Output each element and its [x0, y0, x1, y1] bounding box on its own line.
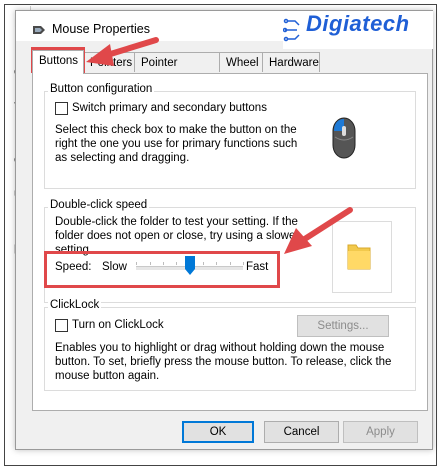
- mouse-icon: [33, 26, 45, 34]
- button-configuration-heading: Button configuration: [48, 83, 155, 95]
- double-click-desc-line-1: Double-click the folder to test your set…: [55, 216, 298, 228]
- apply-button[interactable]: Apply: [343, 421, 418, 443]
- button-config-desc-line-3: as selecting and dragging.: [55, 152, 190, 164]
- button-config-desc-line-2: right the one you use for primary functi…: [55, 138, 298, 150]
- clicklock-heading: ClickLock: [48, 299, 102, 311]
- arrow-to-buttons-tab-icon: [86, 37, 159, 66]
- clicklock-desc-line-3: mouse button again.: [55, 370, 160, 382]
- clicklock-checkbox[interactable]: [55, 319, 68, 332]
- mouse-properties-dialog: Mouse Properties Buttons Pointers Pointe…: [15, 10, 433, 450]
- digiatech-logo-text: Digiatech: [306, 11, 410, 36]
- settings-button[interactable]: Settings...: [297, 315, 389, 337]
- mouse-icon: [332, 117, 356, 159]
- button-config-desc-line-1: Select this check box to make the button…: [55, 124, 297, 136]
- clicklock-desc-line-2: button. To set, briefly press the mouse …: [55, 356, 392, 368]
- ok-button[interactable]: OK: [182, 421, 254, 443]
- double-click-speed-heading: Double-click speed: [48, 199, 150, 211]
- highlight-speed-slider: [44, 251, 280, 288]
- clicklock-desc-line-1: Enables you to highlight or drag without…: [55, 342, 385, 354]
- tab-hardware[interactable]: Hardware: [262, 52, 320, 72]
- arrow-to-speed-slider-icon: [284, 207, 353, 254]
- switch-buttons-checkbox[interactable]: [55, 102, 68, 115]
- tab-wheel[interactable]: Wheel: [219, 52, 263, 72]
- clicklock-label[interactable]: Turn on ClickLock: [72, 318, 164, 332]
- switch-buttons-label[interactable]: Switch primary and secondary buttons: [72, 101, 267, 115]
- tab-buttons[interactable]: Buttons: [32, 50, 84, 74]
- cancel-button[interactable]: Cancel: [264, 421, 339, 443]
- double-click-desc-line-2: folder does not open or close, try using…: [55, 230, 300, 242]
